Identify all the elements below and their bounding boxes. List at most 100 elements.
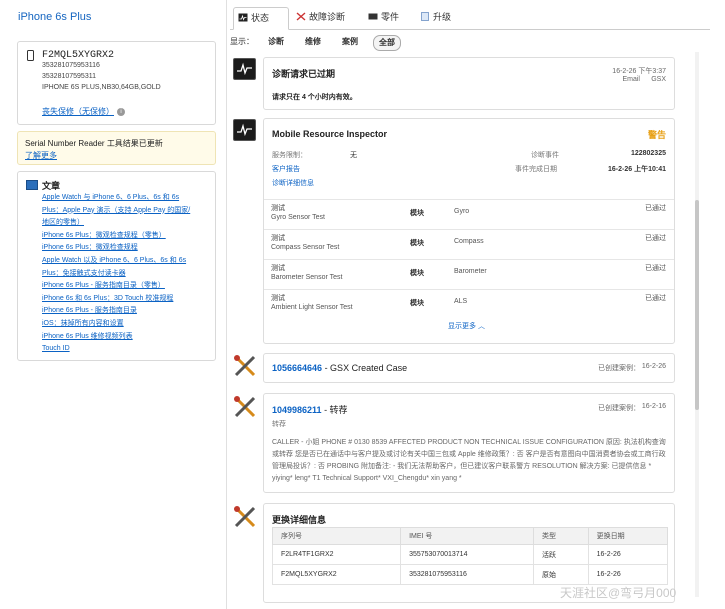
case-sub: 转荐 bbox=[272, 421, 286, 428]
imei-2: 35328107595311 bbox=[42, 73, 96, 80]
column-header: 更换日期 bbox=[587, 527, 669, 545]
watermark: 天涯社区@弯弓月000 bbox=[560, 586, 677, 600]
test-label: 测试 bbox=[271, 265, 285, 272]
inspector-monitor-icon bbox=[233, 119, 256, 141]
module-name: Compass bbox=[454, 238, 484, 245]
articles-list: Apple Watch 与 iPhone 6、6 Plus、6s 和 6s Pl… bbox=[42, 192, 210, 356]
tab-upgrade-label[interactable]: 升级 bbox=[433, 12, 451, 22]
test-row: 测试 Ambient Light Sensor Test 模块 ALS 已通过 bbox=[264, 289, 674, 319]
tab-diagnostics-label[interactable]: 故障诊断 bbox=[309, 12, 345, 22]
test-result: 已通过 bbox=[645, 265, 666, 272]
filter-diagnostics[interactable]: 诊断 bbox=[268, 35, 284, 49]
expired-request-panel: 诊断请求已过期 16-2-26 下午3:37 Email GSX 请求只在 4 … bbox=[263, 57, 675, 110]
finish-label: 事件完成日期 bbox=[515, 166, 557, 173]
device-title: iPhone 6s Plus bbox=[18, 11, 92, 23]
article-link[interactable]: Apple Watch 以及 iPhone 6、6 Plus、6s 和 6s bbox=[42, 255, 210, 268]
inspector-status: 警告 bbox=[647, 130, 666, 140]
phone-icon bbox=[27, 50, 34, 61]
tools-icon bbox=[234, 396, 256, 418]
tab-status-label[interactable]: 状态 bbox=[251, 13, 269, 23]
tab-diagnostics[interactable]: 故障诊断 bbox=[292, 7, 358, 28]
expired-body: 请求只在 4 个小时内有效。 bbox=[272, 94, 357, 101]
notice-card: Serial Number Reader 工具结果已更新 了解更多 bbox=[17, 131, 216, 165]
customer-report-link[interactable]: 客户报告 bbox=[272, 164, 300, 174]
article-link[interactable]: iPhone 6s Plus：微观检查规程（零售） bbox=[42, 230, 210, 243]
expired-date: 16-2-26 下午3:37 bbox=[612, 68, 666, 75]
table-row: F2LR4TF1GRX2 355753070013714 活跃 16-2-26 bbox=[271, 544, 669, 565]
table-cell: 16-2-26 bbox=[587, 564, 669, 585]
table-cell: 16-2-26 bbox=[587, 544, 669, 565]
main-content: 状态 故障诊断 零件 升级 显示： 诊断 维修 案例 全部 诊断请求已过期 16… bbox=[230, 0, 710, 609]
filter-repairs[interactable]: 维修 bbox=[305, 35, 321, 49]
case-number-link[interactable]: 1056664646 bbox=[272, 363, 322, 373]
scrollbar-thumb[interactable] bbox=[695, 200, 699, 410]
tools-icon bbox=[234, 506, 256, 528]
warranty-text[interactable]: 丧失保修（无保修） bbox=[42, 107, 114, 116]
article-link[interactable]: Apple Watch 与 iPhone 6、6 Plus、6s 和 6s bbox=[42, 192, 210, 205]
table-cell: 原始 bbox=[533, 564, 589, 585]
imei-1: 353281075953116 bbox=[42, 62, 100, 69]
case-notes: CALLER - 小姐 PHONE # 0130 8539 AFFECTED P… bbox=[272, 439, 666, 482]
device-info-card: F2MQL5XYGRX2 353281075953116 35328107595… bbox=[17, 41, 216, 125]
article-link[interactable]: iPhone 6s 和 6s Plus：3D Touch 校准规程 bbox=[42, 293, 210, 306]
device-config: IPHONE 6S PLUS,NB30,64GB,GOLD bbox=[42, 84, 161, 91]
expired-type-email: Email bbox=[622, 76, 640, 83]
warranty-link[interactable]: 丧失保修（无保修） i bbox=[42, 106, 125, 117]
table-cell: 353281075953116 bbox=[400, 564, 534, 585]
test-name: Ambient Light Sensor Test bbox=[271, 304, 353, 311]
case-status: 已创建案例： bbox=[598, 405, 640, 412]
article-link[interactable]: iPhone 6s Plus 维修视频列表 bbox=[42, 331, 210, 344]
case-subject: - 转荐 bbox=[321, 405, 348, 415]
tab-parts-label[interactable]: 零件 bbox=[381, 12, 399, 22]
expired-title: 诊断请求已过期 bbox=[272, 69, 336, 79]
show-more-link[interactable]: 显示更多 ︿ bbox=[448, 321, 485, 331]
test-row: 测试 Barometer Sensor Test 模块 Barometer 已通… bbox=[264, 259, 674, 289]
article-link[interactable]: iPhone 6s Plus - 服务指南目录 bbox=[42, 305, 210, 318]
tab-upgrade[interactable]: 升级 bbox=[416, 7, 462, 28]
article-link[interactable]: iOS：抹掉所有内容和设置 bbox=[42, 318, 210, 331]
filter-all[interactable]: 全部 bbox=[373, 35, 401, 51]
table-cell: F2MQL5XYGRX2 bbox=[271, 564, 402, 585]
table-row: F2MQL5XYGRX2 353281075953116 原始 16-2-26 bbox=[271, 564, 669, 585]
case-panel-2: 1049986211 - 转荐 已创建案例： 16-2-16 转荐 CALLER… bbox=[263, 393, 675, 493]
replacement-title: 更换详细信息 bbox=[272, 515, 327, 525]
tab-status[interactable]: 状态 bbox=[233, 7, 289, 30]
article-link[interactable]: Plus：免接触式支付读卡器 bbox=[42, 268, 210, 281]
article-link[interactable]: Plus：Apple Pay 演示（支持 Apple Pay 的国家/ bbox=[42, 205, 210, 218]
article-link[interactable]: Touch ID bbox=[42, 343, 210, 356]
column-header: IMEI 号 bbox=[400, 527, 534, 545]
monitor-icon bbox=[26, 180, 38, 190]
module-name: ALS bbox=[454, 298, 468, 305]
module-label: 模块 bbox=[410, 300, 424, 307]
module-label: 模块 bbox=[410, 210, 424, 217]
test-result: 已通过 bbox=[645, 205, 666, 212]
limit-value: 无 bbox=[350, 152, 357, 159]
learn-more-link[interactable]: 了解更多 bbox=[25, 150, 57, 161]
case-title: 1056664646 - GSX Created Case bbox=[272, 363, 407, 373]
test-result: 已通过 bbox=[645, 235, 666, 242]
article-link[interactable]: 地区的零售） bbox=[42, 217, 210, 230]
test-result: 已通过 bbox=[645, 295, 666, 302]
article-link[interactable]: iPhone 6s Plus - 服务指南目录（零售） bbox=[42, 280, 210, 293]
tools-icon bbox=[234, 355, 256, 377]
info-icon[interactable]: i bbox=[117, 107, 125, 116]
article-link[interactable]: iPhone 6s Plus：微观检查规程 bbox=[42, 242, 210, 255]
tab-parts[interactable]: 零件 bbox=[364, 7, 410, 28]
filter-label: 显示： bbox=[230, 37, 254, 46]
table-cell: F2LR4TF1GRX2 bbox=[271, 544, 402, 565]
diagnostic-details-link[interactable]: 诊断详细信息 bbox=[272, 178, 314, 188]
module-label: 模块 bbox=[410, 240, 424, 247]
test-row: 测试 Compass Sensor Test 模块 Compass 已通过 bbox=[264, 229, 674, 259]
case-date: 16-2-16 bbox=[641, 403, 666, 410]
case-number-link[interactable]: 1049986211 bbox=[272, 405, 322, 415]
module-name: Gyro bbox=[454, 208, 470, 215]
tools-icon bbox=[296, 12, 306, 21]
articles-title: 文章 bbox=[42, 181, 61, 191]
inspector-panel: Mobile Resource Inspector 警告 服务限制： 无 诊断事… bbox=[263, 118, 675, 344]
serial-number: F2MQL5XYGRX2 bbox=[42, 50, 115, 61]
test-label: 测试 bbox=[271, 295, 285, 302]
case-title: 1049986211 - 转荐 bbox=[272, 403, 348, 416]
filter-cases[interactable]: 案例 bbox=[342, 35, 358, 49]
table-cell: 活跃 bbox=[533, 544, 589, 565]
column-header: 类型 bbox=[533, 527, 589, 545]
